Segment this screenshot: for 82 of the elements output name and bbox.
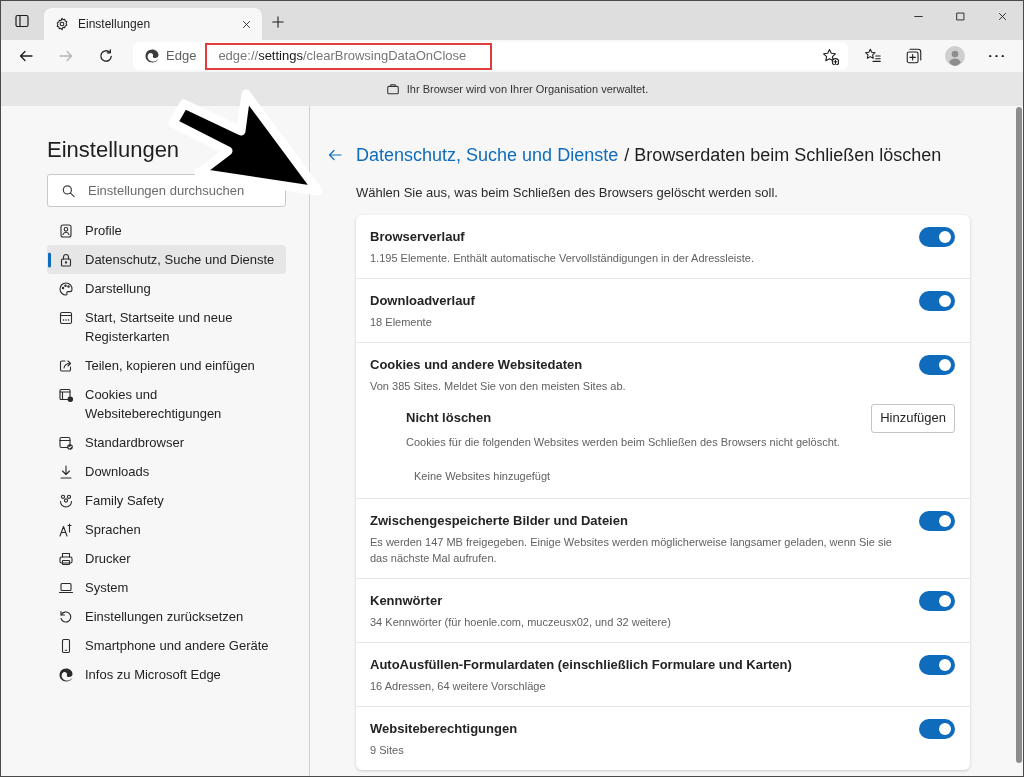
back-arrow-icon — [327, 147, 343, 163]
back-link-button[interactable] — [327, 147, 343, 163]
refresh-icon — [98, 48, 114, 64]
lock-icon — [58, 251, 74, 268]
window-check-icon — [58, 434, 74, 451]
toggle-switch[interactable] — [919, 291, 955, 311]
search-icon — [61, 183, 76, 198]
browser-logo-icon — [58, 666, 74, 683]
avatar-icon — [945, 46, 965, 66]
star-plus-icon — [821, 47, 839, 65]
sidebar-item[interactable]: Datenschutz, Suche und Dienste — [47, 245, 286, 274]
setting-description: 34 Kennwörter (für hoenle.com, muczeusx02, und 32 weitere) — [370, 615, 671, 630]
setting-description: 18 Elemente — [370, 315, 433, 330]
toggle-switch[interactable] — [919, 719, 955, 739]
setting-title: Downloadverlauf — [370, 292, 475, 310]
download-icon — [58, 463, 74, 480]
collections-icon — [905, 47, 923, 65]
browser-logo-icon — [144, 48, 160, 64]
sidebar-item[interactable]: Drucker — [47, 544, 286, 573]
setting-description: 1.195 Elemente. Enthält automatische Vervollständigungen in der Adressleiste. — [370, 251, 755, 266]
sidebar-item[interactable]: Einstellungen zurücksetzen — [47, 602, 286, 631]
sidebar-title: Einstellungen — [47, 136, 180, 164]
palette-icon — [58, 280, 74, 297]
profile-card-icon — [58, 222, 74, 239]
toggle-switch[interactable] — [919, 591, 955, 611]
page-description: Wählen Sie aus, was beim Schließen des Browsers gelöscht werden soll. — [356, 184, 778, 202]
browser-tab[interactable]: Einstellungen — [44, 8, 262, 40]
toggle-switch[interactable] — [919, 227, 955, 247]
maximize-icon — [954, 10, 966, 22]
forward-arrow-icon — [58, 48, 74, 64]
sidebar-item[interactable]: Smartphone und andere Geräte — [47, 631, 286, 660]
page-title: / Browserdaten beim Schließen löschen — [624, 144, 942, 167]
back-arrow-icon — [18, 48, 34, 64]
close-icon — [996, 10, 1008, 22]
briefcase-icon — [385, 82, 400, 96]
more-icon — [988, 54, 1004, 58]
sidebar-item[interactable]: System — [47, 573, 286, 602]
people-icon — [58, 492, 74, 509]
sidebar-item[interactable]: Family Safety — [47, 486, 286, 515]
browser-window-icon — [58, 309, 74, 326]
toggle-switch[interactable] — [919, 355, 955, 375]
section-title: Nicht löschen — [406, 409, 492, 427]
setting-description: Es werden 147 MB freigegeben. Einige Websites werden möglicherweise langsamer geladen, wenn Sie sie das nächste Mal aufrufen. — [370, 535, 893, 566]
info-text: Ihr Browser wird von Ihrer Organisation verwaltet. — [406, 81, 649, 97]
close-icon — [240, 18, 252, 30]
empty-list-text: Keine Websites hinzugefügt — [414, 469, 551, 484]
plus-icon — [271, 14, 285, 29]
window-badge-icon — [58, 386, 74, 403]
printer-icon — [58, 550, 74, 567]
toggle-switch[interactable] — [919, 511, 955, 531]
scrollbar-thumb[interactable] — [1016, 107, 1022, 763]
setting-title: Zwischengespeicherte Bilder und Dateien — [370, 512, 629, 530]
sidebar-item[interactable]: Profile — [47, 216, 286, 245]
sidebar-item[interactable]: Teilen, kopieren und einfügen — [47, 351, 286, 380]
setting-title: Cookies und andere Websitedaten — [370, 356, 584, 374]
setting-title: Browserverlauf — [370, 228, 466, 246]
setting-description: 9 Sites — [370, 743, 405, 758]
address-bar[interactable]: Edge edge://settings/clearBrowsingDataOnClose — [133, 42, 848, 70]
setting-description: Von 385 Sites. Meldet Sie von den meisten Sites ab. — [370, 379, 626, 394]
share-icon — [58, 357, 74, 374]
sidebar-item[interactable]: Darstellung — [47, 274, 286, 303]
breadcrumb-link[interactable]: Datenschutz, Suche und Dienste — [356, 142, 619, 168]
setting-title: AutoAusfüllen-Formulardaten (einschließlich Formulare und Karten) — [370, 656, 792, 674]
setting-title: Websiteberechtigungen — [370, 720, 518, 738]
sidebar-item[interactable]: Downloads — [47, 457, 286, 486]
add-button[interactable]: Hinzufügen — [871, 403, 955, 433]
section-description: Cookies für die folgenden Websites werden beim Schließen des Browsers nicht gelöscht. — [406, 435, 840, 450]
sidebar-item[interactable]: Start, Startseite und neue Registerkarten — [47, 303, 286, 351]
sidebar-item[interactable]: Standardbrowser — [47, 428, 286, 457]
site-label: Edge — [166, 47, 197, 66]
setting-description: 16 Adressen, 64 weitere Vorschläge — [370, 679, 547, 694]
sidebar-item[interactable]: Cookies und Websiteberechtigungen — [47, 380, 286, 428]
tab-panel-icon — [14, 12, 30, 29]
url-text[interactable]: edge://settings/clearBrowsingDataOnClose — [218, 46, 467, 66]
sidebar-item[interactable]: Sprachen — [47, 515, 286, 544]
sidebar-item[interactable]: Infos zu Microsoft Edge — [47, 660, 286, 689]
setting-title: Kennwörter — [370, 592, 444, 610]
star-list-icon — [864, 47, 882, 65]
reset-icon — [58, 608, 74, 625]
language-icon — [58, 521, 74, 538]
toggle-switch[interactable] — [919, 655, 955, 675]
gear-icon — [55, 17, 69, 31]
